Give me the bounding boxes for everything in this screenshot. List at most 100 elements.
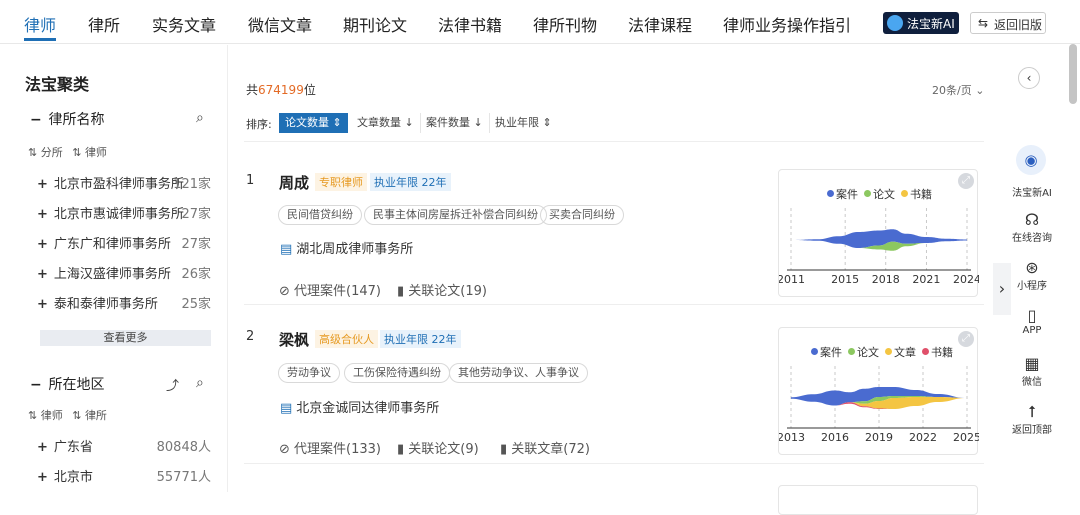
sort-by-articles-button[interactable]: 文章数量 ↓ <box>351 113 421 133</box>
practice-tag[interactable]: 工伤保险待遇纠纷 <box>344 363 450 383</box>
practice-tag[interactable]: 其他劳动争议、人事争议 <box>449 363 588 383</box>
collapse-icon: − <box>30 112 42 128</box>
cases-link[interactable]: ⊘ 代理案件(147) <box>279 280 381 299</box>
tab-law-courses[interactable]: 法律课程 <box>628 12 692 36</box>
divider <box>244 304 984 305</box>
fabao-ai-button[interactable]: 法宝新AI <box>883 12 959 34</box>
qrcode-icon: ▦ <box>1024 354 1040 373</box>
tab-wechat-articles[interactable]: 微信文章 <box>248 12 312 36</box>
sort-branches-button[interactable]: ⇅ 分所 <box>28 146 63 159</box>
firm-filter-count: 26家 <box>181 267 211 282</box>
region-group-title: 所在地区 <box>48 377 105 393</box>
tab-firm[interactable]: 律所 <box>88 12 120 36</box>
online-consult-label: 在线咨询 <box>1012 233 1052 244</box>
scrollbar[interactable] <box>1069 44 1077 104</box>
streamgraph: 2013 2016 2019 2022 2025 <box>779 366 979 444</box>
total-count: 共674199位 <box>246 83 316 97</box>
firm-link[interactable]: ▤ 北京金诚同达律师事务所 <box>280 397 439 416</box>
tab-lawyer[interactable]: 律师 <box>24 12 56 36</box>
x-tick-label: 2018 <box>872 273 900 286</box>
arrow-up-icon: ⭡ <box>1028 402 1036 421</box>
x-tick-label: 2016 <box>821 431 849 444</box>
old-version-label: 返回旧版 <box>994 18 1043 32</box>
show-more-button[interactable]: 查看更多 <box>40 330 211 346</box>
tab-law-books[interactable]: 法律书籍 <box>438 12 502 36</box>
doc-icon: ▮ <box>397 442 405 457</box>
x-tick-label: 2019 <box>865 431 893 444</box>
x-tick-label: 2022 <box>909 431 937 444</box>
trend-chart-icon[interactable]: ⤴ <box>166 375 179 394</box>
tab-journal-papers[interactable]: 期刊论文 <box>343 12 407 36</box>
chevron-down-icon: ⌄ <box>975 84 985 97</box>
back-to-top-button[interactable]: ⭡ 返回顶部 <box>1011 402 1053 437</box>
ai-label: 法宝新AI <box>907 17 955 31</box>
divider <box>244 141 984 142</box>
top-nav: 律师 律所 实务文章 微信文章 期刊论文 法律书籍 律所刊物 法律课程 律师业务… <box>0 0 1080 44</box>
page-size-select[interactable]: 20条/页 ⌄ <box>932 82 984 98</box>
sort-firms-button[interactable]: ⇅ 律所 <box>72 409 107 422</box>
app-label: APP <box>1022 325 1042 336</box>
mini-program-button[interactable]: ⊛ 小程序 <box>1011 258 1053 293</box>
region-filter-item[interactable]: + 北京市 <box>37 466 93 485</box>
x-tick-label: 2015 <box>831 273 859 286</box>
search-icon[interactable]: ⌕ <box>196 110 204 126</box>
firm-sort-row: ⇅ 分所 ⇅ 律师 <box>28 144 107 160</box>
sort-lawyers-button[interactable]: ⇅ 律师 <box>28 409 63 422</box>
back-to-old-version-button[interactable]: ⇆ 返回旧版 <box>970 12 1046 34</box>
next-arrow-button[interactable]: › <box>993 263 1011 315</box>
firm-link[interactable]: ▤ 湖北周成律师事务所 <box>280 238 413 257</box>
trend-chart-partial <box>778 485 978 515</box>
active-tab-indicator <box>24 38 56 41</box>
firm-name-group-toggle[interactable]: − 律所名称 <box>30 109 104 129</box>
right-rail: ‹ ◉ 法宝新AI ☊ 在线咨询 ⊛ 小程序 ▯ APP ▦ 微信 ⭡ 返回顶部 <box>1011 45 1059 492</box>
practice-tag[interactable]: 买卖合同纠纷 <box>540 205 624 225</box>
headset-icon: ☊ <box>1024 210 1040 229</box>
wechat-button[interactable]: ▦ 微信 <box>1011 354 1053 389</box>
lawyer-name-link[interactable]: 周成 <box>279 172 309 193</box>
fabao-ai-icon[interactable]: ◉ <box>1016 145 1046 175</box>
x-tick-label: 2011 <box>779 273 805 286</box>
sort-by-years-button[interactable]: 执业年限 ⇕ <box>489 113 558 133</box>
phone-icon: ▯ <box>1027 306 1037 325</box>
online-consult-button[interactable]: ☊ 在线咨询 <box>1011 210 1053 245</box>
stream-layer-0 <box>791 229 967 248</box>
doc-icon: ▮ <box>397 284 405 299</box>
sort-by-papers-button[interactable]: 论文数量 ⇕ <box>279 113 348 133</box>
tab-practice-guides[interactable]: 律师业务操作指引 <box>723 12 851 36</box>
cases-link[interactable]: ⊘ 代理案件(133) <box>279 438 381 457</box>
mini-program-icon: ⊛ <box>1025 258 1039 277</box>
region-group-toggle[interactable]: − 所在地区 <box>30 374 104 394</box>
articles-link[interactable]: ▮ 关联文章(72) <box>500 438 590 457</box>
building-icon: ▤ <box>280 401 293 416</box>
tab-practice-articles[interactable]: 实务文章 <box>152 12 216 36</box>
rail-ai-label[interactable]: 法宝新AI <box>1011 184 1053 199</box>
papers-link[interactable]: ▮ 关联论文(9) <box>397 438 479 457</box>
expand-icon[interactable]: ⤢ <box>958 173 974 189</box>
x-tick-label: 2013 <box>779 431 805 444</box>
practice-tag[interactable]: 民间借贷纠纷 <box>278 205 362 225</box>
role-badge: 专职律师 <box>315 173 367 191</box>
years-badge: 执业年限 22年 <box>380 330 461 348</box>
region-sort-row: ⇅ 律师 ⇅ 律所 <box>28 407 107 423</box>
doc-icon: ▮ <box>500 442 508 457</box>
practice-tag[interactable]: 劳动争议 <box>278 363 340 383</box>
papers-link[interactable]: ▮ 关联论文(19) <box>397 280 487 299</box>
lawyer-name-link[interactable]: 梁枫 <box>279 329 309 350</box>
firm-filter-count: 25家 <box>181 297 211 312</box>
app-button[interactable]: ▯ APP <box>1011 306 1053 337</box>
expand-icon[interactable]: ⤢ <box>958 331 974 347</box>
practice-tag[interactable]: 民事主体间房屋拆迁补偿合同纠纷 <box>364 205 547 225</box>
tab-firm-publications[interactable]: 律所刊物 <box>533 12 597 36</box>
sort-lawyers-button[interactable]: ⇅ 律师 <box>72 146 107 159</box>
region-filter-item[interactable]: + 广东省 <box>37 436 93 455</box>
sort-by-cases-button[interactable]: 案件数量 ↓ <box>420 113 490 133</box>
back-to-top-label: 返回顶部 <box>1012 425 1052 436</box>
ai-logo-icon <box>887 15 903 31</box>
x-tick-label: 2024 <box>953 273 979 286</box>
trend-chart: 案件 论文 文章 书籍 2013 2016 2019 2022 2025 ⤢ <box>778 327 979 455</box>
firm-filter-item[interactable]: + 泰和泰律师事务所 <box>37 293 158 312</box>
search-icon[interactable]: ⌕ <box>196 375 204 391</box>
collapse-rail-button[interactable]: ‹ <box>1018 67 1040 89</box>
region-filter-count: 80848人 <box>156 440 211 455</box>
sidebar-title: 法宝聚类 <box>25 75 90 94</box>
